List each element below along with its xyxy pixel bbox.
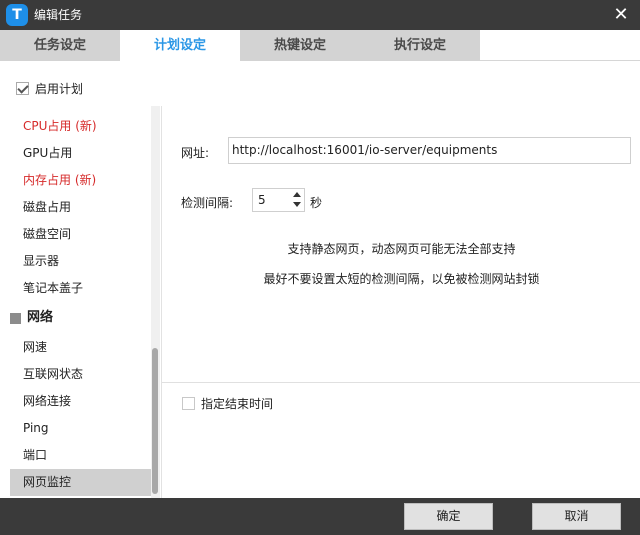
app-logo-icon: T	[6, 4, 28, 26]
sidebar-item-disk-usage[interactable]: 磁盘占用	[10, 194, 151, 221]
collapse-icon[interactable]	[10, 312, 21, 324]
tab-bar: 任务设定 计划设定 热键设定 执行设定	[0, 30, 640, 61]
tab-schedule-settings[interactable]: 计划设定	[120, 30, 240, 61]
enable-schedule-row[interactable]: 启用计划	[16, 80, 83, 96]
sidebar-item-display[interactable]: 显示器	[10, 248, 151, 275]
interval-label: 检测间隔:	[181, 196, 234, 210]
sidebar-item-gpu[interactable]: GPU占用	[10, 140, 151, 167]
end-time-label: 指定结束时间	[201, 397, 274, 411]
sidebar-item-net-speed[interactable]: 网速	[10, 334, 151, 361]
ok-button[interactable]: 确定	[404, 503, 493, 530]
cancel-button[interactable]: 取消	[532, 503, 621, 530]
sidebar-item-laptop-lid[interactable]: 笔记本盖子	[10, 275, 151, 302]
spin-down-icon[interactable]	[292, 200, 302, 210]
sidebar-item-internet-status[interactable]: 互联网状态	[10, 361, 151, 388]
hint-text-1: 支持静态网页，动态网页可能无法全部支持	[287, 242, 516, 256]
sidebar-item-disk-space[interactable]: 磁盘空间	[10, 221, 151, 248]
close-button[interactable]: ✕	[602, 0, 640, 30]
sidebar-item-ping[interactable]: Ping	[10, 415, 151, 442]
sidebar-group-label: 网络	[27, 310, 54, 325]
sidebar-group-network[interactable]: 网络	[10, 303, 151, 333]
interval-value[interactable]: 5	[258, 189, 266, 211]
divider	[162, 382, 640, 383]
sidebar-item-cpu[interactable]: CPU占用 (新)	[10, 113, 151, 140]
tab-hotkey-settings[interactable]: 热键设定	[240, 30, 360, 61]
footer-bar: 确定 取消	[0, 498, 640, 535]
tab-task-settings[interactable]: 任务设定	[0, 30, 120, 61]
trigger-list: CPU占用 (新) GPU占用 内存占用 (新) 磁盘占用 磁盘空间 显示器 笔…	[10, 106, 160, 498]
sidebar-item-memory[interactable]: 内存占用 (新)	[10, 167, 151, 194]
url-label: 网址:	[181, 146, 210, 160]
interval-unit: 秒	[310, 196, 323, 210]
enable-schedule-checkbox[interactable]	[16, 81, 29, 95]
sidebar-item-port[interactable]: 端口	[10, 442, 151, 469]
end-time-checkbox[interactable]	[182, 397, 195, 410]
end-time-row[interactable]: 指定结束时间	[182, 395, 273, 412]
window-title: 编辑任务	[34, 8, 83, 22]
sidebar-item-network-connection[interactable]: 网络连接	[10, 388, 151, 415]
tab-execution-settings[interactable]: 执行设定	[360, 30, 480, 61]
hint-text-2: 最好不要设置太短的检测间隔，以免被检测网站封锁	[263, 272, 540, 286]
scrollbar-thumb[interactable]	[152, 348, 158, 494]
title-bar: T 编辑任务 ✕	[0, 0, 640, 30]
interval-spinbox[interactable]: 5	[252, 188, 305, 212]
web-monitor-panel: 网址: http://localhost:16001/io-server/equ…	[161, 106, 640, 498]
url-input[interactable]: http://localhost:16001/io-server/equipme…	[228, 137, 631, 164]
enable-schedule-label: 启用计划	[35, 81, 84, 96]
sidebar-scrollbar[interactable]	[151, 106, 160, 498]
spin-up-icon[interactable]	[292, 190, 302, 200]
sidebar-item-web-monitor[interactable]: 网页监控	[10, 469, 151, 496]
